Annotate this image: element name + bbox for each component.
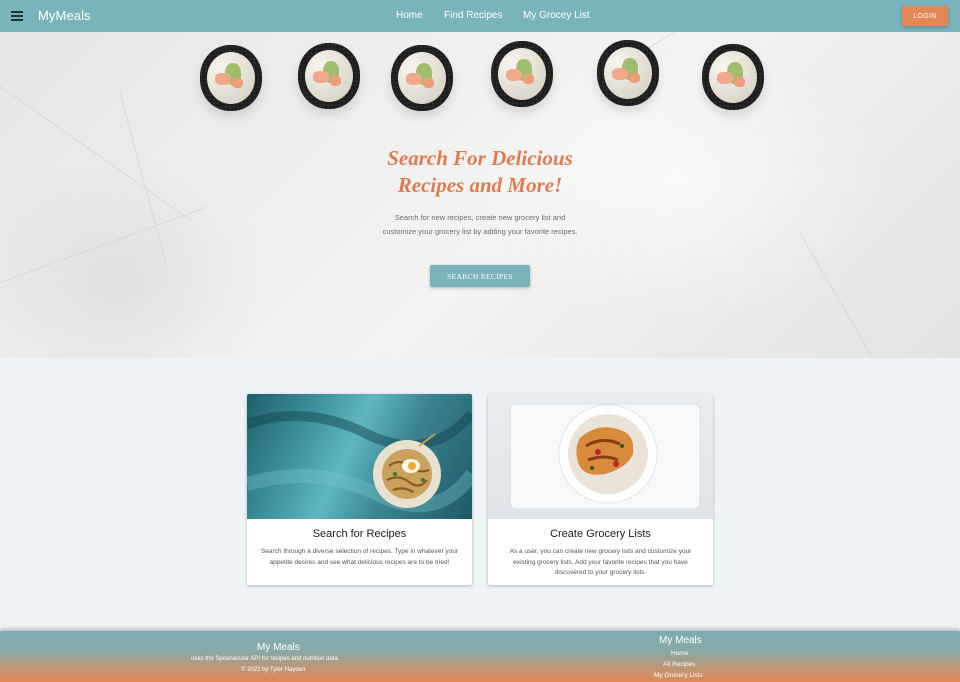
top-navbar: MyMeals Home Find Recipes My Grocey List… xyxy=(0,0,960,32)
sushi-image xyxy=(702,44,764,110)
card-description: As a user, you can create new grocery li… xyxy=(509,548,692,576)
nav-grocery-list-link[interactable]: My Grocey List xyxy=(523,10,590,21)
card-title: Create Grocery Lists xyxy=(550,528,651,540)
grocery-lists-card[interactable]: Create Grocery Lists As a user, you can … xyxy=(488,394,713,585)
search-recipes-button[interactable]: SEARCH RECIPES xyxy=(430,265,530,287)
marble-vein xyxy=(639,32,779,53)
hero-title-line-1: Search For Delicious xyxy=(387,146,573,170)
search-recipes-card[interactable]: Search for Recipes Search through a dive… xyxy=(247,394,472,585)
brand-logo[interactable]: MyMeals xyxy=(38,8,91,23)
sushi-image xyxy=(597,40,659,106)
sushi-image xyxy=(298,43,360,109)
noodle-bowl-image xyxy=(247,394,472,519)
marble-vein xyxy=(799,232,901,358)
hero-title-line-2: Recipes and More! xyxy=(397,173,563,197)
hero-banner: Search For Delicious Recipes and More! S… xyxy=(0,32,960,358)
marble-vein xyxy=(0,206,207,283)
footer-all-recipes-link[interactable]: All Recipes xyxy=(663,661,696,668)
login-button[interactable]: LOGIN xyxy=(902,6,948,26)
hero-description: Search for new recipes, create new groce… xyxy=(382,213,578,236)
sushi-image xyxy=(491,41,553,107)
card-title: Search for Recipes xyxy=(312,528,407,540)
card-description: Search through a diverse selection of re… xyxy=(260,548,459,566)
noodle-bowl-illustration xyxy=(247,410,472,513)
footer-copyright: © 2022 by Tyler Hayden xyxy=(241,667,306,673)
nav-find-recipes-link[interactable]: Find Recipes xyxy=(444,10,502,21)
dish-image xyxy=(488,394,713,519)
dish-illustration xyxy=(509,403,701,510)
marble-vein xyxy=(0,72,194,223)
footer-home-link[interactable]: Home xyxy=(671,650,688,657)
footer-links-title: My Meals xyxy=(659,635,702,646)
footer-title: My Meals xyxy=(257,642,300,653)
nav-home-link[interactable]: Home xyxy=(396,10,423,21)
sushi-image xyxy=(200,45,262,111)
footer-grocery-lists-link[interactable]: My Grocery Lists xyxy=(654,672,703,679)
marble-vein xyxy=(119,92,168,267)
footer-api-credit: uses the Spoonacular API for recipes and… xyxy=(191,656,340,662)
hero-title: Search For Delicious Recipes and More! xyxy=(330,145,630,199)
hamburger-menu-icon[interactable] xyxy=(11,11,23,21)
footer: My Meals uses the Spoonacular API for re… xyxy=(0,631,960,682)
sushi-image xyxy=(391,45,453,111)
